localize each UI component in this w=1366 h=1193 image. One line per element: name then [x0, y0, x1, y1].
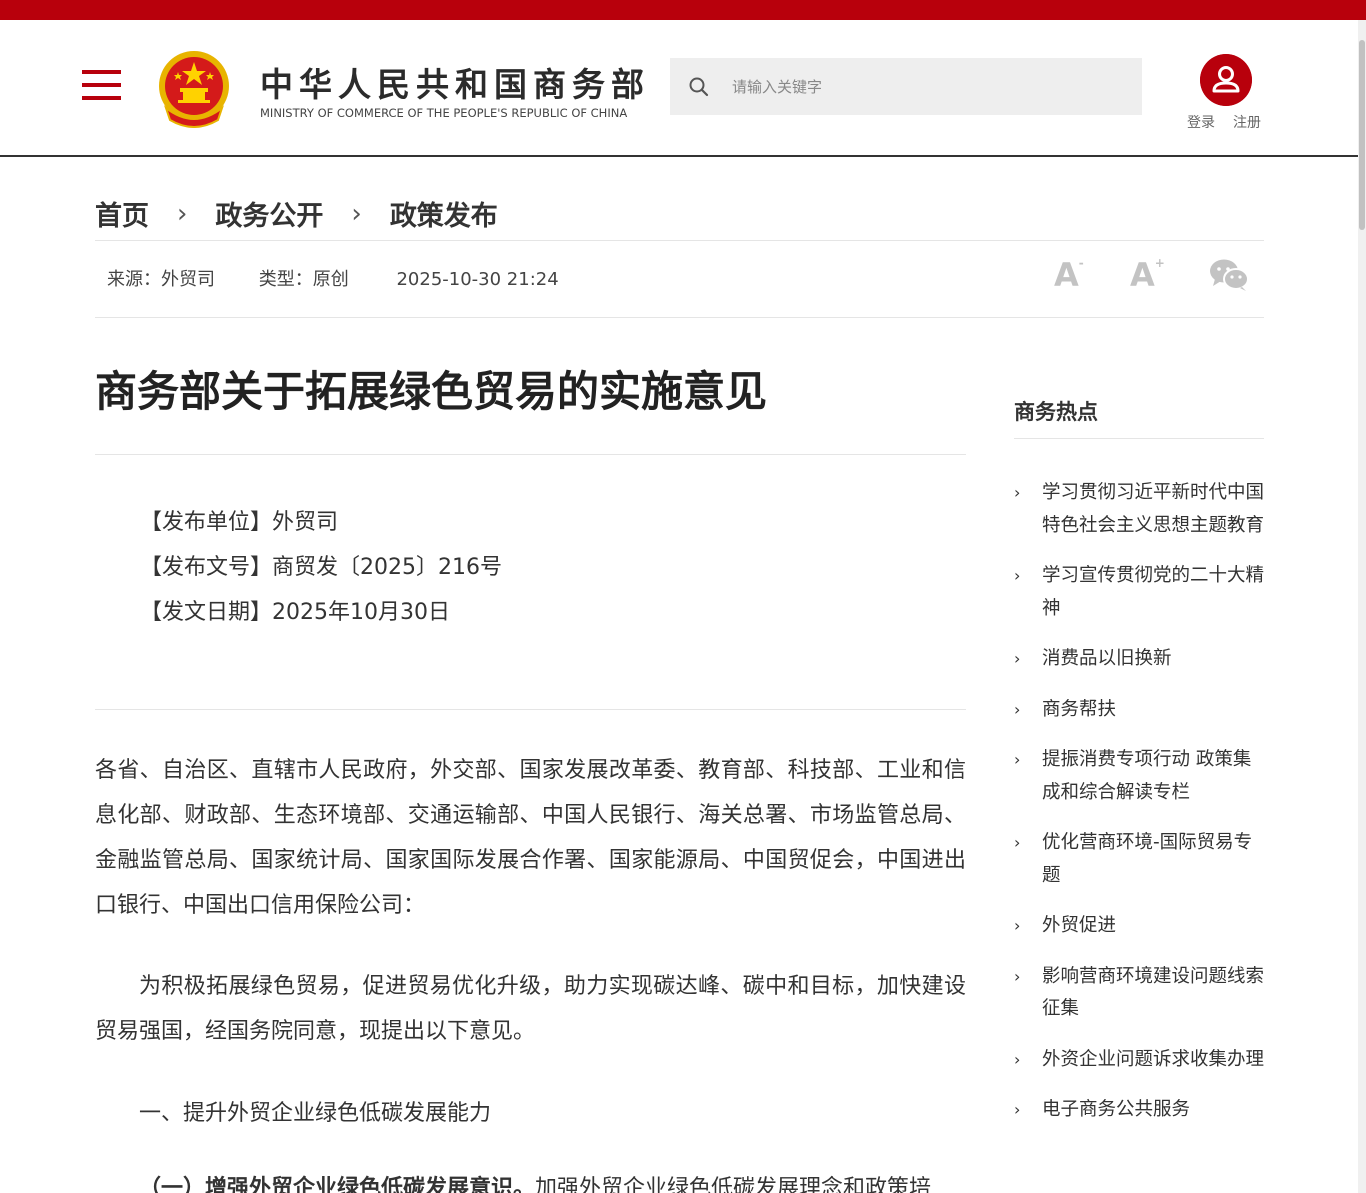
chevron-right-icon: ›	[177, 198, 188, 229]
article-meta: 来源：外贸司 类型：原创 2025-10-30 21:24	[107, 265, 597, 291]
scrollbar-thumb[interactable]	[1359, 40, 1365, 230]
search-box[interactable]	[670, 58, 1142, 115]
chevron-right-icon: ›	[1014, 483, 1021, 502]
hot-topic-item[interactable]: › 优化营商环境-国际贸易专题	[1014, 827, 1264, 892]
doc-date: 【发文日期】2025年10月30日	[140, 600, 450, 625]
site-title-cn[interactable]: 中华人民共和国商务部	[260, 58, 650, 106]
site-header: 中华人民共和国商务部 MINISTRY OF COMMERCE OF THE P…	[0, 20, 1358, 157]
search-input[interactable]	[732, 77, 1112, 96]
chevron-right-icon: ›	[1014, 916, 1021, 935]
document-info: 【发布单位】外贸司 【发布文号】商贸发〔2025〕216号 【发文日期】2025…	[140, 500, 502, 635]
paragraph-lead: （一）增强外贸企业绿色低碳发展意识。	[139, 1176, 536, 1193]
font-decrease-button[interactable]: A-	[1054, 256, 1084, 294]
chevron-right-icon: ›	[1014, 750, 1021, 769]
menu-icon[interactable]	[82, 70, 121, 100]
hot-topic-item[interactable]: › 提振消费专项行动 政策集成和综合解读专栏	[1014, 744, 1264, 809]
hot-topic-item[interactable]: › 消费品以旧换新	[1014, 643, 1264, 676]
national-emblem-icon[interactable]	[156, 50, 232, 128]
breadcrumb-policy-release[interactable]: 政策发布	[390, 194, 498, 233]
breadcrumb-home[interactable]: 首页	[95, 194, 149, 233]
top-brand-bar	[0, 0, 1366, 20]
divider	[95, 317, 1264, 318]
article-title: 商务部关于拓展绿色贸易的实施意见	[95, 367, 768, 416]
hot-topic-item[interactable]: › 影响营商环境建设问题线索征集	[1014, 961, 1264, 1026]
register-link[interactable]: 注册	[1233, 112, 1261, 132]
search-icon[interactable]	[688, 76, 710, 98]
chevron-right-icon: ›	[1014, 699, 1021, 719]
paragraph-text: 加强外贸企业绿色低碳发展理念和政策培	[535, 1176, 932, 1193]
breadcrumb-government-affairs[interactable]: 政务公开	[215, 194, 323, 233]
divider	[95, 454, 966, 455]
chevron-right-icon: ›	[1014, 1049, 1021, 1069]
breadcrumb: 首页 › 政务公开 › 政策发布	[95, 194, 498, 233]
divider	[95, 240, 1264, 241]
article-section-heading: 一、提升外贸企业绿色低碳发展能力	[139, 1101, 492, 1126]
hot-topics-list: › 学习贯彻习近平新时代中国特色社会主义思想主题教育 › 学习宣传贯彻党的二十大精神…	[1014, 477, 1264, 1145]
doc-number: 【发布文号】商贸发〔2025〕216号	[140, 555, 502, 580]
hot-topic-item[interactable]: › 学习宣传贯彻党的二十大精神	[1014, 560, 1264, 625]
login-link[interactable]: 登录	[1187, 112, 1215, 132]
chevron-right-icon: ›	[1014, 649, 1021, 668]
sidebar-title: 商务热点	[1014, 400, 1098, 424]
article-paragraph: 为积极拓展绿色贸易，促进贸易优化升级，助力实现碳达峰、碳中和目标，加快建设贸易强…	[95, 974, 966, 1044]
chevron-right-icon: ›	[1014, 566, 1021, 585]
article-source: 来源：外贸司	[107, 269, 215, 290]
article-paragraph: 各省、自治区、直辖市人民政府，外交部、国家发展改革委、教育部、科技部、工业和信息…	[95, 758, 966, 918]
hot-topic-item[interactable]: › 商务帮扶	[1014, 694, 1264, 727]
article-paragraph: （一）增强外贸企业绿色低碳发展意识。加强外贸企业绿色低碳发展理念和政策培	[95, 1166, 966, 1193]
chevron-right-icon: ›	[1014, 833, 1021, 852]
hot-topic-item[interactable]: › 电子商务公共服务	[1014, 1094, 1264, 1127]
hot-topic-item[interactable]: › 外贸促进	[1014, 910, 1264, 943]
chevron-right-icon: ›	[351, 198, 362, 229]
font-increase-button[interactable]: A+	[1130, 256, 1165, 294]
article-date: 2025-10-30 21:24	[396, 269, 559, 290]
divider	[1014, 438, 1264, 439]
doc-publisher: 【发布单位】外贸司	[140, 510, 339, 535]
hot-topic-item[interactable]: › 外资企业问题诉求收集办理	[1014, 1044, 1264, 1077]
site-title-en[interactable]: MINISTRY OF COMMERCE OF THE PEOPLE'S REP…	[260, 106, 627, 120]
chevron-right-icon: ›	[1014, 966, 1021, 986]
divider	[95, 709, 966, 710]
user-icon[interactable]	[1200, 54, 1252, 106]
chevron-right-icon: ›	[1014, 1100, 1021, 1119]
article-type: 类型：原创	[258, 269, 349, 290]
hot-topic-item[interactable]: › 学习贯彻习近平新时代中国特色社会主义思想主题教育	[1014, 477, 1264, 542]
wechat-share-icon[interactable]	[1209, 258, 1249, 292]
